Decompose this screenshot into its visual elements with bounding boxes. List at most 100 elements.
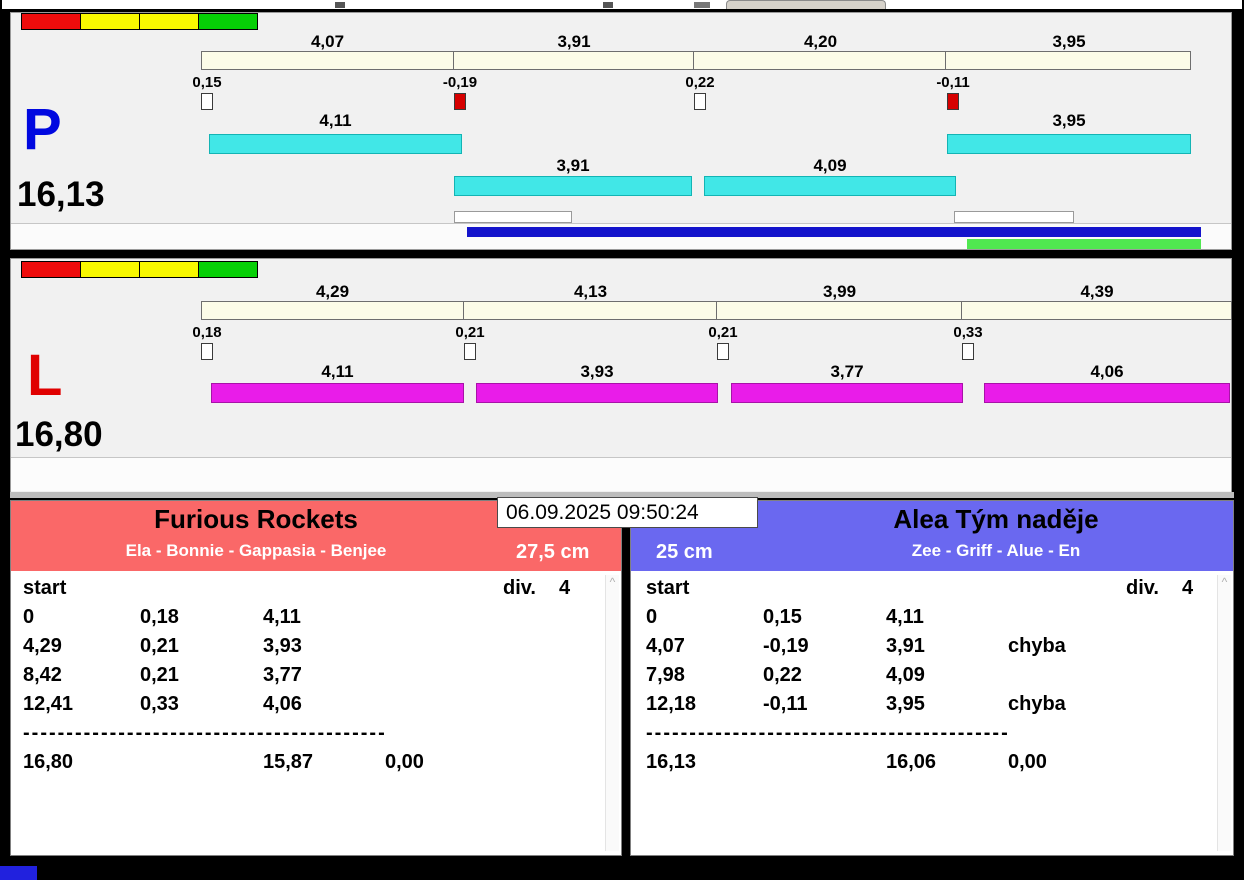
split-time-label: 4,13 xyxy=(573,282,608,301)
cell-split: 4,11 xyxy=(263,606,301,628)
scale-segment xyxy=(946,52,1190,69)
scroll-up-icon[interactable]: ^ xyxy=(606,575,619,589)
finish-bar-blue xyxy=(467,227,1201,237)
table-row: 0 0,15 4,11 xyxy=(646,606,1215,635)
split-time-label: 4,39 xyxy=(1080,282,1114,301)
lane-total: 16,80 xyxy=(15,415,103,454)
fault-indicator xyxy=(201,93,213,110)
legend-red-segment xyxy=(21,261,81,278)
delta-label: 0,21 xyxy=(455,324,485,341)
cell-split: 4,09 xyxy=(886,664,925,686)
delta-label: -0,11 xyxy=(936,74,970,91)
cell-time: 4,29 xyxy=(23,635,62,657)
division-value: 4 xyxy=(559,577,571,599)
cell-delta: 0,15 xyxy=(763,606,802,628)
delta-label: 0,15 xyxy=(192,74,222,91)
team-dogs: Ela - Bonnie - Gappasia - Benjee xyxy=(125,541,387,560)
team-name: Furious Rockets xyxy=(154,504,358,534)
delta-label: 0,22 xyxy=(685,74,715,91)
split-time-label: 4,07 xyxy=(310,32,345,51)
legend-green-segment xyxy=(198,261,258,278)
team-panel-left: Furious Rockets Ela - Bonnie - Gappasia … xyxy=(10,500,622,856)
traffic-light-legend xyxy=(21,13,258,30)
table-header-row: start div. 4 xyxy=(23,577,601,606)
cell-time: 0 xyxy=(23,606,35,628)
split-bar xyxy=(947,134,1191,154)
cell-delta: 0,21 xyxy=(140,664,179,686)
cell-split: 4,11 xyxy=(886,606,924,628)
team-dogs: Zee - Griff - Alue - En xyxy=(911,541,1081,560)
scale-segment xyxy=(962,302,1231,319)
scroll-up-icon[interactable]: ^ xyxy=(1218,575,1231,589)
cell-delta: 0,33 xyxy=(140,693,179,715)
totals-row: 16,13 16,06 0,00 xyxy=(646,751,1215,780)
cell-split: 3,77 xyxy=(263,664,302,686)
cell-total: 16,13 xyxy=(646,751,697,773)
cell-split: 3,93 xyxy=(263,635,302,657)
table-row: 7,98 0,22 4,09 xyxy=(646,664,1215,693)
jump-height: 25 cm xyxy=(656,541,713,563)
traffic-light-legend xyxy=(21,261,258,278)
fault-indicator xyxy=(717,343,729,360)
window-tab[interactable] xyxy=(726,0,886,9)
totals-row: 16,80 15,87 0,00 xyxy=(23,751,601,780)
split-time-label: 4,20 xyxy=(803,32,838,51)
divider-row: ----------------------------------------… xyxy=(646,722,1010,744)
fault-indicator xyxy=(201,343,213,360)
split-time-label: 3,77 xyxy=(830,362,864,381)
legend-red-segment xyxy=(21,13,81,30)
cell-time: 4,07 xyxy=(646,635,685,657)
finish-strip xyxy=(11,457,1231,491)
delta-label: -0,19 xyxy=(442,74,478,91)
team-name: Alea Tým naděje xyxy=(893,504,1099,534)
cell-penalty: 0,00 xyxy=(1008,751,1047,773)
timestamp-box: 06.09.2025 09:50:24 xyxy=(497,497,758,528)
cell-delta: 0,22 xyxy=(763,664,802,686)
split-time-label: 3,91 xyxy=(557,32,591,51)
legend-yellow-segment xyxy=(80,261,140,278)
window-tab-strip xyxy=(2,0,1242,9)
split-time-label: 4,11 xyxy=(321,362,354,381)
cell-split: 3,91 xyxy=(886,635,925,657)
cumulative-scale xyxy=(201,51,1191,70)
legend-yellow-segment xyxy=(139,261,199,278)
cell-note: chyba xyxy=(1008,635,1066,657)
jump-height: 27,5 cm xyxy=(516,541,590,563)
scale-segment xyxy=(717,302,962,319)
split-time-label: 4,11 xyxy=(319,111,352,130)
finish-bar-green xyxy=(967,239,1201,249)
split-time-label: 4,09 xyxy=(813,156,847,175)
cell-sum: 15,87 xyxy=(263,751,314,773)
legend-green-segment xyxy=(198,13,258,30)
legend-yellow-segment xyxy=(80,13,140,30)
division-label: div. xyxy=(503,577,536,599)
cell-split: 4,06 xyxy=(263,693,302,715)
fault-indicator xyxy=(694,93,706,110)
split-time-label: 3,91 xyxy=(556,156,590,175)
tab-strip-artifact xyxy=(694,2,710,8)
lane-panel-l: 4,29 4,13 3,99 4,39 0,18 0,21 0,21 0,33 … xyxy=(10,258,1232,494)
table-scrollbar[interactable]: ^ xyxy=(605,575,619,851)
start-label: start xyxy=(23,577,67,599)
lane-total: 16,13 xyxy=(17,175,105,214)
table-row: 4,07 -0,19 3,91 chyba xyxy=(646,635,1215,664)
lane-letter: L xyxy=(27,343,63,408)
lane-panel-p: 4,07 3,91 4,20 3,95 0,15 -0,19 0,22 -0,1… xyxy=(10,12,1232,250)
division-value: 4 xyxy=(1182,577,1194,599)
finish-strip xyxy=(11,223,1231,249)
start-label: start xyxy=(646,577,690,599)
table-row: 0 0,18 4,11 xyxy=(23,606,601,635)
team-panel-right: Alea Tým naděje Zee - Griff - Alue - En … xyxy=(630,500,1234,856)
split-bar xyxy=(731,383,963,403)
split-bar xyxy=(211,383,464,403)
division-label: div. xyxy=(1126,577,1159,599)
table-row: 8,42 0,21 3,77 xyxy=(23,664,601,693)
delta-label: 0,33 xyxy=(953,324,983,341)
delta-label: 0,18 xyxy=(192,324,222,341)
split-bar xyxy=(984,383,1230,403)
cell-delta: 0,18 xyxy=(140,606,179,628)
table-scrollbar[interactable]: ^ xyxy=(1217,575,1231,851)
split-time-label: 3,93 xyxy=(580,362,614,381)
table-header-row: start div. 4 xyxy=(646,577,1215,606)
delta-label: 0,21 xyxy=(708,324,738,341)
